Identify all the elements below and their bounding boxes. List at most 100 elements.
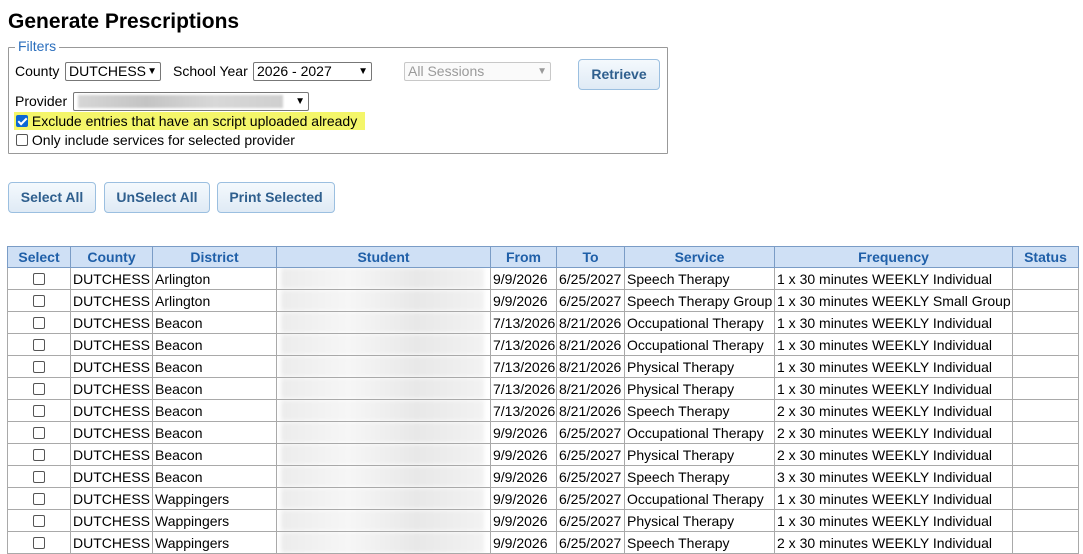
row-select-checkbox[interactable] <box>33 514 45 527</box>
cell-status <box>1012 311 1079 334</box>
header-district[interactable]: District <box>152 246 277 268</box>
chevron-down-icon: ▼ <box>358 66 368 77</box>
student-name-redacted <box>281 422 484 443</box>
header-frequency[interactable]: Frequency <box>774 246 1013 268</box>
cell-to: 6/25/2027 <box>556 443 625 466</box>
row-select-checkbox[interactable] <box>33 492 45 505</box>
unselect-all-button[interactable]: UnSelect All <box>104 182 210 213</box>
cell-to: 6/25/2027 <box>556 531 625 554</box>
page-title: Generate Prescriptions <box>8 10 240 33</box>
print-selected-button[interactable]: Print Selected <box>217 182 335 213</box>
header-county[interactable]: County <box>70 246 153 268</box>
row-select-checkbox[interactable] <box>33 426 45 439</box>
only-provider-checkbox[interactable] <box>16 134 28 146</box>
row-select-checkbox[interactable] <box>33 404 45 417</box>
cell-student <box>276 421 491 444</box>
county-select[interactable]: DUTCHESS ▼ <box>65 62 161 81</box>
cell-district: Beacon <box>152 333 277 356</box>
cell-county: DUTCHESS <box>70 465 153 488</box>
header-service[interactable]: Service <box>624 246 775 268</box>
row-select-checkbox[interactable] <box>33 536 45 549</box>
cell-select <box>7 509 71 532</box>
table-row: DUTCHESS Wappingers 9/9/2026 6/25/2027 Speec… <box>7 531 1079 554</box>
cell-to: 6/25/2027 <box>556 289 625 312</box>
student-name-redacted <box>281 290 484 311</box>
cell-student <box>276 465 491 488</box>
exclude-uploaded-option[interactable]: Exclude entries that have an script uplo… <box>14 112 366 130</box>
student-name-redacted <box>281 268 484 289</box>
cell-to: 8/21/2026 <box>556 333 625 356</box>
cell-frequency: 3 x 30 minutes WEEKLY Individual <box>774 465 1013 488</box>
table-row: DUTCHESS Beacon 7/13/2026 8/21/2026 Occupati… <box>7 311 1079 334</box>
cell-county: DUTCHESS <box>70 333 153 356</box>
cell-district: Beacon <box>152 465 277 488</box>
student-name-redacted <box>281 444 484 465</box>
row-select-checkbox[interactable] <box>33 316 45 329</box>
cell-select <box>7 531 71 554</box>
cell-status <box>1012 509 1079 532</box>
row-select-checkbox[interactable] <box>33 382 45 395</box>
cell-status <box>1012 289 1079 312</box>
cell-frequency: 1 x 30 minutes WEEKLY Individual <box>774 487 1013 510</box>
table-row: DUTCHESS Arlington 9/9/2026 6/25/2027 Speech… <box>7 289 1079 312</box>
cell-county: DUTCHESS <box>70 289 153 312</box>
cell-from: 9/9/2026 <box>490 289 557 312</box>
cell-to: 8/21/2026 <box>556 399 625 422</box>
only-provider-option[interactable]: Only include services for selected provi… <box>16 132 295 148</box>
cell-select <box>7 377 71 400</box>
cell-service: Occupational Therapy <box>624 487 775 510</box>
table-row: DUTCHESS Beacon 7/13/2026 8/21/2026 Physical… <box>7 355 1079 378</box>
cell-select <box>7 333 71 356</box>
cell-status <box>1012 333 1079 356</box>
exclude-uploaded-checkbox[interactable] <box>16 115 28 127</box>
cell-county: DUTCHESS <box>70 267 153 290</box>
cell-from: 9/9/2026 <box>490 531 557 554</box>
cell-county: DUTCHESS <box>70 311 153 334</box>
chevron-down-icon: ▼ <box>295 96 305 107</box>
table-header-row: Select County District Student From To S… <box>7 246 1079 268</box>
cell-from: 9/9/2026 <box>490 487 557 510</box>
cell-frequency: 1 x 30 minutes WEEKLY Individual <box>774 509 1013 532</box>
student-name-redacted <box>281 356 484 377</box>
header-from[interactable]: From <box>490 246 557 268</box>
table-row: DUTCHESS Beacon 7/13/2026 8/21/2026 Physical… <box>7 377 1079 400</box>
filters-panel: Filters County DUTCHESS ▼ School Year 20… <box>8 38 668 154</box>
select-all-button[interactable]: Select All <box>8 182 96 213</box>
cell-frequency: 1 x 30 minutes WEEKLY Individual <box>774 333 1013 356</box>
cell-status <box>1012 355 1079 378</box>
cell-status <box>1012 421 1079 444</box>
county-value: DUTCHESS <box>69 63 147 79</box>
cell-select <box>7 465 71 488</box>
header-select[interactable]: Select <box>7 246 71 268</box>
cell-district: Beacon <box>152 421 277 444</box>
row-select-checkbox[interactable] <box>33 360 45 373</box>
header-to[interactable]: To <box>556 246 625 268</box>
table-row: DUTCHESS Wappingers 9/9/2026 6/25/2027 Occup… <box>7 487 1079 510</box>
provider-select[interactable]: ▼ <box>73 92 309 111</box>
row-select-checkbox[interactable] <box>33 272 45 285</box>
cell-frequency: 1 x 30 minutes WEEKLY Individual <box>774 377 1013 400</box>
retrieve-button[interactable]: Retrieve <box>578 59 660 90</box>
row-select-checkbox[interactable] <box>33 448 45 461</box>
cell-district: Wappingers <box>152 509 277 532</box>
row-select-checkbox[interactable] <box>33 294 45 307</box>
row-select-checkbox[interactable] <box>33 338 45 351</box>
cell-service: Physical Therapy <box>624 509 775 532</box>
cell-district: Arlington <box>152 289 277 312</box>
student-name-redacted <box>281 466 484 487</box>
school-year-select[interactable]: 2026 - 2027 ▼ <box>253 62 372 81</box>
provider-label: Provider <box>15 93 68 109</box>
student-name-redacted <box>281 334 484 355</box>
row-select-checkbox[interactable] <box>33 470 45 483</box>
cell-from: 7/13/2026 <box>490 377 557 400</box>
cell-county: DUTCHESS <box>70 399 153 422</box>
cell-service: Speech Therapy Group <box>624 289 775 312</box>
cell-select <box>7 443 71 466</box>
header-status[interactable]: Status <box>1012 246 1079 268</box>
cell-status <box>1012 443 1079 466</box>
cell-to: 6/25/2027 <box>556 465 625 488</box>
cell-status <box>1012 399 1079 422</box>
cell-frequency: 2 x 30 minutes WEEKLY Individual <box>774 443 1013 466</box>
header-student[interactable]: Student <box>276 246 491 268</box>
table-row: DUTCHESS Wappingers 9/9/2026 6/25/2027 Physi… <box>7 509 1079 532</box>
